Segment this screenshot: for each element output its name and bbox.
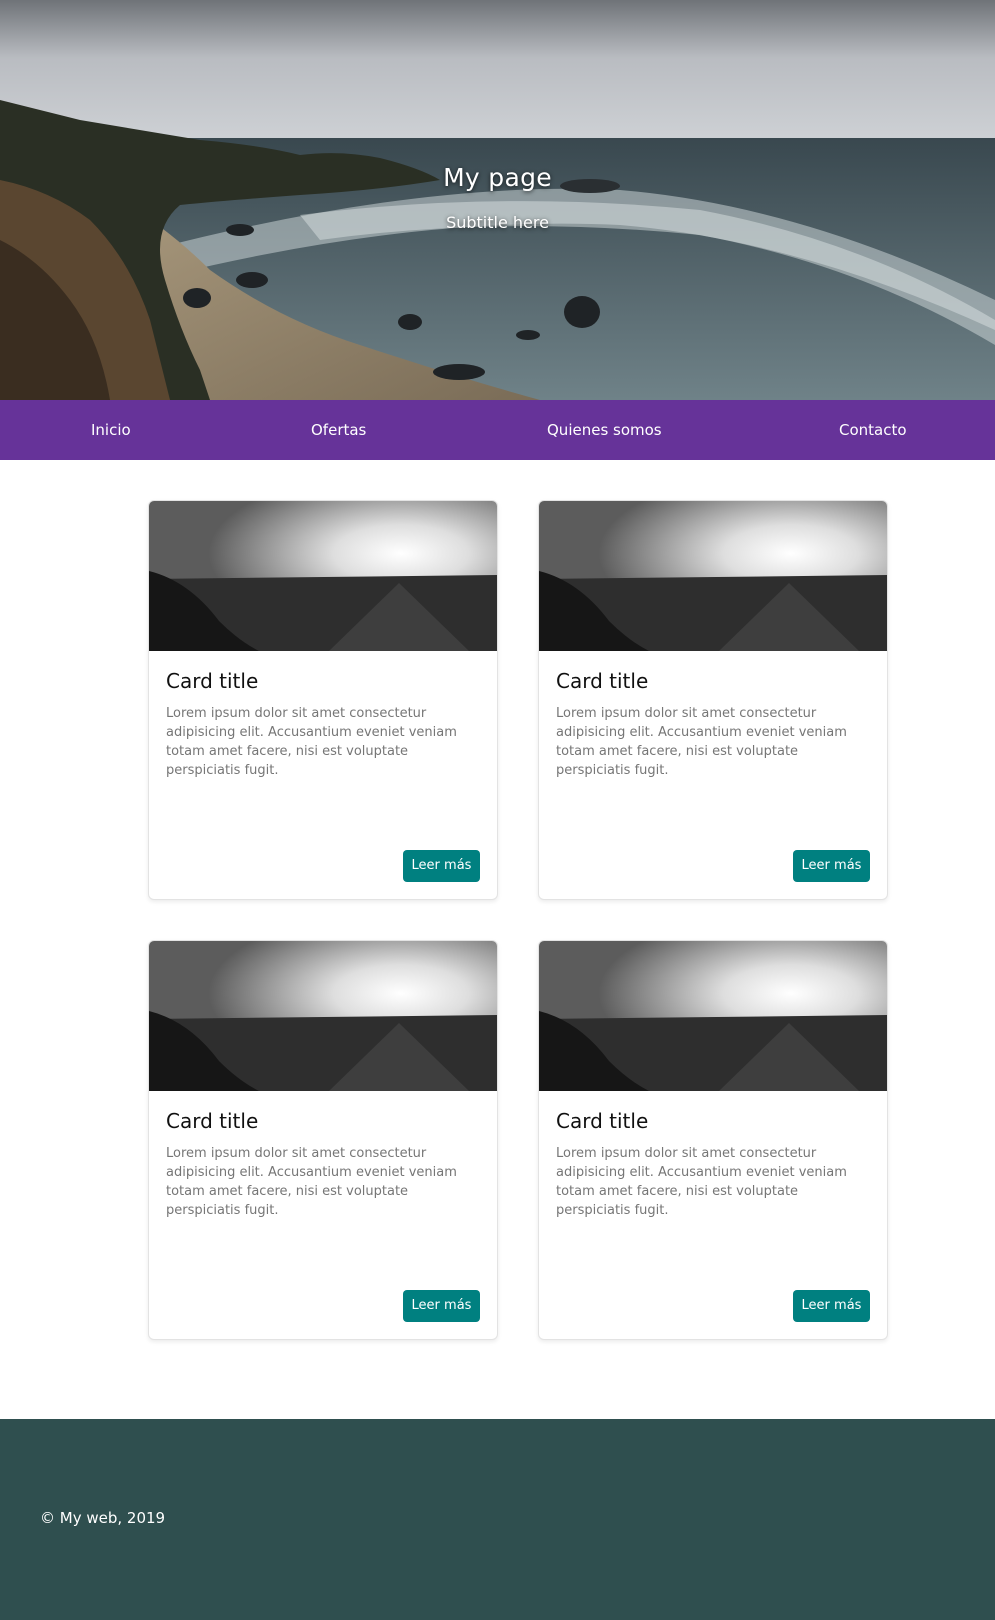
- card-landscape-image: [539, 941, 887, 1091]
- card-text: Lorem ipsum dolor sit amet consectetur a…: [556, 1146, 847, 1218]
- site-footer: © My web, 2019: [0, 1419, 995, 1620]
- hero-beach-image: [0, 0, 995, 400]
- footer-copyright: © My web, 2019: [40, 1509, 166, 1527]
- card-text: Lorem ipsum dolor sit amet consectetur a…: [166, 1146, 457, 1218]
- card-text: Lorem ipsum dolor sit amet consectetur a…: [166, 706, 457, 778]
- nav-item-ofertas[interactable]: Ofertas: [311, 400, 366, 460]
- page-title: My page: [443, 163, 552, 192]
- card-title: Card title: [166, 669, 259, 693]
- nav-item-quienes-somos[interactable]: Quienes somos: [547, 400, 662, 460]
- card-title: Card title: [166, 1109, 259, 1133]
- hero-banner: My page Subtitle here: [0, 0, 995, 400]
- card: Card title Lorem ipsum dolor sit amet co…: [538, 940, 888, 1340]
- leer-mas-button[interactable]: Leer más: [403, 1290, 480, 1322]
- page-subtitle: Subtitle here: [446, 213, 549, 232]
- leer-mas-button[interactable]: Leer más: [793, 1290, 870, 1322]
- nav-item-inicio[interactable]: Inicio: [91, 400, 131, 460]
- card-landscape-image: [149, 941, 497, 1091]
- card-landscape-image: [149, 501, 497, 651]
- card: Card title Lorem ipsum dolor sit amet co…: [148, 940, 498, 1340]
- card-landscape-image: [539, 501, 887, 651]
- leer-mas-button[interactable]: Leer más: [793, 850, 870, 882]
- nav-item-contacto[interactable]: Contacto: [839, 400, 907, 460]
- card: Card title Lorem ipsum dolor sit amet co…: [538, 500, 888, 900]
- card: Card title Lorem ipsum dolor sit amet co…: [148, 500, 498, 900]
- card-title: Card title: [556, 1109, 649, 1133]
- main-nav: Inicio Ofertas Quienes somos Contacto: [0, 400, 995, 460]
- card-text: Lorem ipsum dolor sit amet consectetur a…: [556, 706, 847, 778]
- leer-mas-button[interactable]: Leer más: [403, 850, 480, 882]
- card-title: Card title: [556, 669, 649, 693]
